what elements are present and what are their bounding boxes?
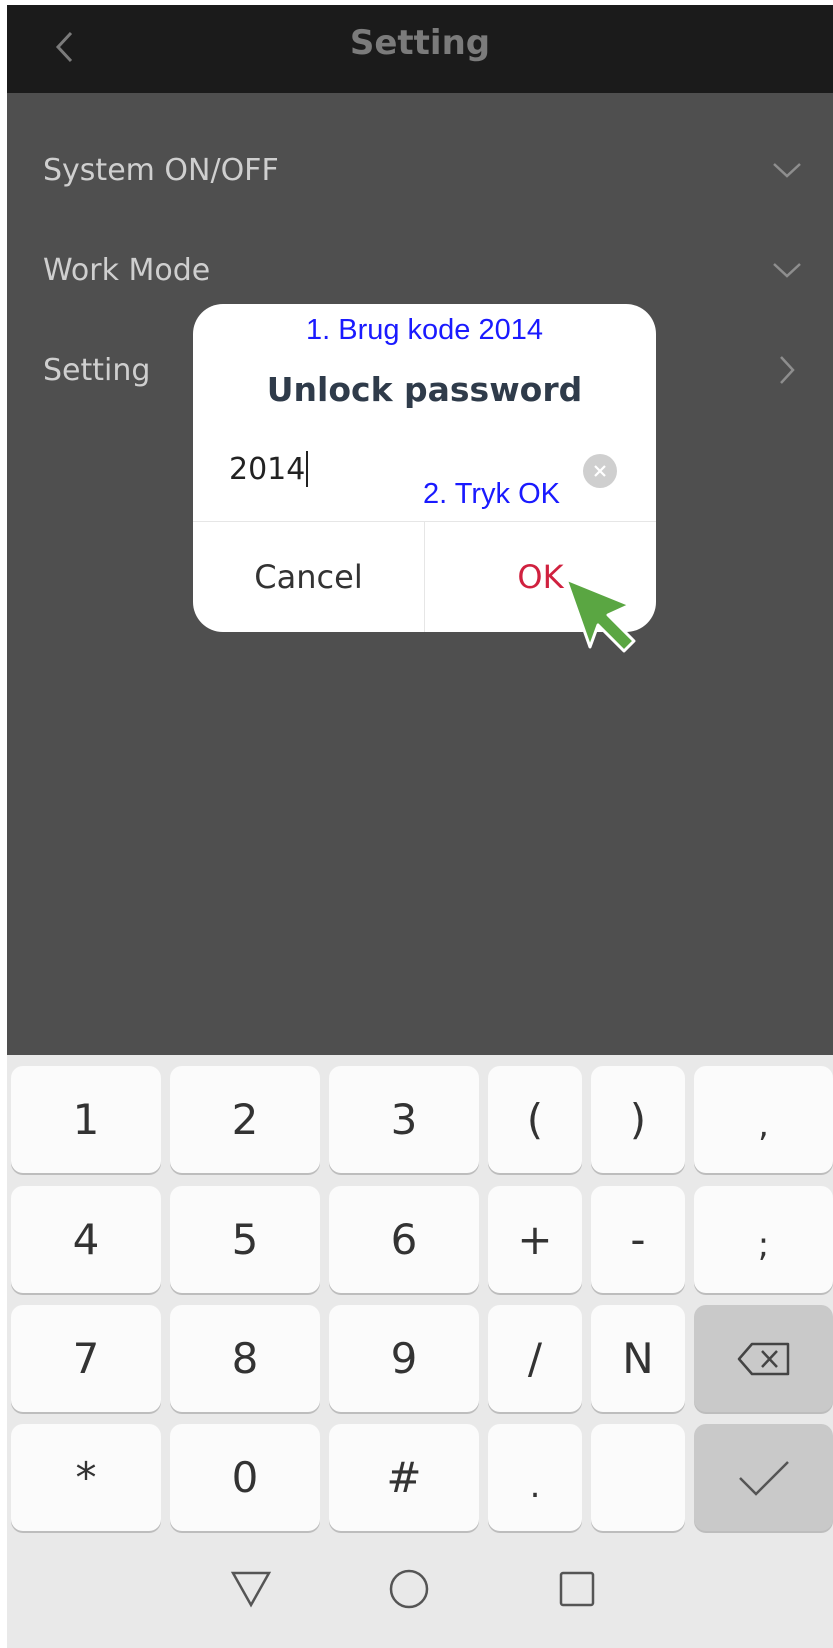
- key-7[interactable]: 7: [11, 1305, 161, 1412]
- key-open-paren[interactable]: (: [488, 1066, 582, 1173]
- annotation-press-ok: 2. Tryk OK: [423, 478, 560, 510]
- screen: Setting System ON/OFF Work Mode Setting …: [7, 5, 833, 1648]
- key-hash[interactable]: #: [329, 1424, 479, 1531]
- list-item-system-on-off[interactable]: System ON/OFF: [7, 120, 833, 220]
- backspace-key[interactable]: [694, 1305, 833, 1412]
- text-caret: [306, 451, 309, 487]
- key-blank[interactable]: [591, 1424, 685, 1531]
- key-4[interactable]: 4: [11, 1186, 161, 1293]
- checkmark-icon: [738, 1460, 789, 1496]
- circle-home-icon: [389, 1569, 429, 1609]
- key-6[interactable]: 6: [329, 1186, 479, 1293]
- app-header: Setting: [7, 5, 833, 93]
- nav-recents-button[interactable]: [549, 1561, 605, 1617]
- annotation-use-code: 1. Brug kode 2014: [305, 314, 543, 346]
- key-9[interactable]: 9: [329, 1305, 479, 1412]
- key-n[interactable]: N: [591, 1305, 685, 1412]
- backspace-icon: [737, 1342, 789, 1375]
- numeric-keyboard: 1 2 3(), 4 5 6 + -; 7 8 9/N * 0 #.: [7, 1055, 833, 1648]
- navigation-bar: [7, 1535, 833, 1648]
- chevron-down-icon: [769, 152, 805, 188]
- key-comma[interactable]: ,: [694, 1066, 833, 1173]
- dialog-title: Unlock password: [266, 370, 583, 409]
- list-item-label: Setting: [43, 352, 151, 388]
- key-semicolon[interactable]: ;: [694, 1186, 833, 1293]
- nav-home-button[interactable]: [381, 1561, 437, 1617]
- cancel-button[interactable]: Cancel: [193, 522, 424, 632]
- key-8[interactable]: 8: [170, 1305, 320, 1412]
- chevron-right-icon: [769, 352, 805, 388]
- close-icon: [594, 465, 606, 477]
- key-0[interactable]: 0: [170, 1424, 320, 1531]
- list-item-label: Work Mode: [43, 252, 211, 288]
- password-input[interactable]: 2014: [229, 444, 309, 494]
- key-5[interactable]: 5: [170, 1186, 320, 1293]
- key-2[interactable]: 2: [170, 1066, 320, 1173]
- key-period[interactable]: .: [488, 1424, 582, 1531]
- square-recents-icon: [559, 1571, 595, 1607]
- triangle-back-icon: [230, 1571, 272, 1608]
- key-close-paren[interactable]: ): [591, 1066, 685, 1173]
- page-title: Setting: [349, 23, 491, 63]
- nav-back-button[interactable]: [223, 1561, 279, 1617]
- key-minus[interactable]: -: [591, 1186, 685, 1293]
- clear-input-button[interactable]: [583, 454, 617, 488]
- key-asterisk[interactable]: *: [11, 1424, 161, 1531]
- chevron-down-icon: [769, 252, 805, 288]
- list-item-label: System ON/OFF: [43, 152, 279, 188]
- key-slash[interactable]: /: [488, 1305, 582, 1412]
- done-key[interactable]: [694, 1424, 833, 1531]
- key-plus[interactable]: +: [488, 1186, 582, 1293]
- key-1[interactable]: 1: [11, 1066, 161, 1173]
- pointer-arrow-icon: [564, 577, 636, 653]
- key-3[interactable]: 3: [329, 1066, 479, 1173]
- password-input-value: 2014: [229, 451, 306, 487]
